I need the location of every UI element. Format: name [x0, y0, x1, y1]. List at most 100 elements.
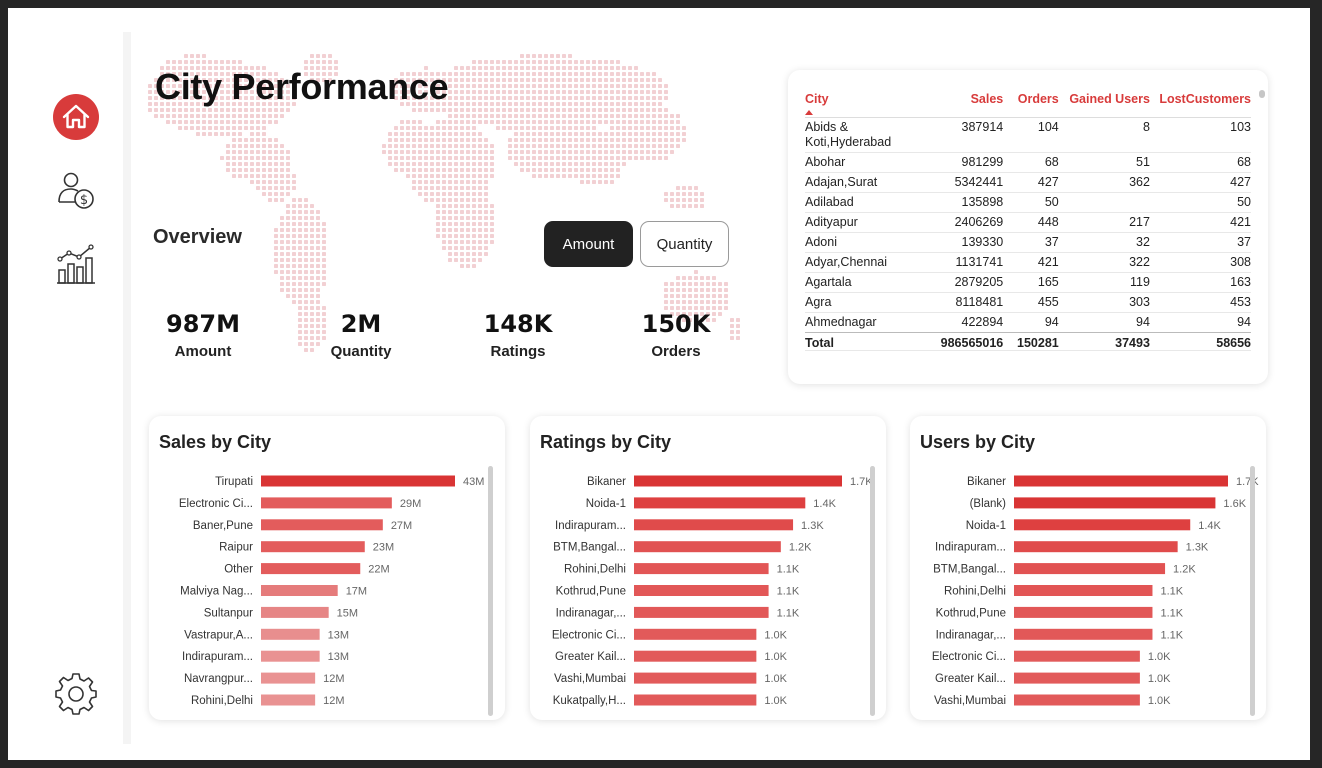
- bar[interactable]: [261, 694, 316, 706]
- table-row[interactable]: Agra 8118481 455 303 453: [805, 293, 1251, 313]
- table-row[interactable]: Abids & Koti,Hyderabad 387914 104 8 103: [805, 118, 1251, 153]
- table-cell: 94: [1237, 315, 1251, 329]
- chart-scrollbar[interactable]: [870, 466, 875, 716]
- table-row[interactable]: Abohar 981299 68 51 68: [805, 153, 1251, 173]
- bar[interactable]: [634, 694, 757, 706]
- column-header-gained-users[interactable]: Gained Users: [1059, 92, 1150, 106]
- bar[interactable]: [261, 672, 316, 684]
- data-label: 1.1K: [777, 607, 800, 619]
- bar[interactable]: [261, 541, 365, 553]
- data-label: 1.4K: [1198, 520, 1221, 532]
- bar[interactable]: [261, 650, 320, 662]
- table-cell: 422894: [961, 315, 1004, 329]
- bar[interactable]: [1014, 628, 1153, 640]
- table-cell: 68: [1237, 155, 1251, 169]
- table-row[interactable]: Adoni 139330 37 32 37: [805, 233, 1251, 253]
- category-label: Bikaner: [967, 476, 1006, 488]
- nav-users-sales-button[interactable]: $: [52, 167, 100, 215]
- table-row[interactable]: Agartala 2879205 165 119 163: [805, 273, 1251, 293]
- data-label: 43M: [463, 476, 484, 488]
- table-cell: 165: [1037, 275, 1059, 289]
- category-label: Indirapuram...: [555, 520, 626, 532]
- data-label: 1.1K: [1160, 586, 1183, 598]
- bar[interactable]: [261, 563, 361, 575]
- bar[interactable]: [1014, 563, 1166, 575]
- column-header-orders[interactable]: Orders: [1003, 92, 1059, 106]
- kpi-card-orders: 150K Orders: [606, 308, 746, 360]
- amount-toggle-button[interactable]: Amount: [544, 221, 633, 267]
- bar[interactable]: [634, 628, 757, 640]
- kpi-card-quantity: 2M Quantity: [291, 308, 431, 360]
- bar[interactable]: [1014, 672, 1140, 684]
- quantity-toggle-button[interactable]: Quantity: [640, 221, 729, 267]
- bar[interactable]: [261, 628, 320, 640]
- category-label: Tirupati: [215, 476, 253, 488]
- bar[interactable]: [1014, 585, 1153, 596]
- table-row[interactable]: Adityapur 2406269 448 217 421: [805, 213, 1251, 233]
- table-cell: 50: [1237, 195, 1251, 209]
- bar[interactable]: [634, 541, 781, 553]
- kpi-label: Ratings: [490, 343, 546, 360]
- bar[interactable]: [634, 475, 842, 487]
- bar[interactable]: [634, 672, 757, 684]
- table-scrollbar[interactable]: [1259, 90, 1265, 98]
- table-row[interactable]: Adilabad 135898 50 50: [805, 193, 1251, 213]
- sales-by-city-card: Sales by City Tirupati 43M Electronic Ci..…: [149, 416, 505, 720]
- table-row[interactable]: Ahmednagar 422894 94 94 94: [805, 313, 1251, 332]
- page-title: City Performance: [155, 66, 449, 107]
- table-cell: Agartala: [805, 275, 852, 289]
- data-label: 1.1K: [777, 586, 800, 598]
- category-label: Greater Kail...: [935, 673, 1006, 685]
- nav-analytics-button[interactable]: [52, 240, 100, 288]
- data-label: 1.0K: [1148, 651, 1171, 663]
- chart-scrollbar[interactable]: [1250, 466, 1255, 716]
- bar[interactable]: [261, 585, 338, 596]
- bar[interactable]: [261, 519, 383, 531]
- bar[interactable]: [634, 497, 806, 509]
- bar[interactable]: [1014, 475, 1228, 487]
- nav-home-button[interactable]: [52, 93, 100, 141]
- table-body[interactable]: Abids & Koti,Hyderabad 387914 104 8 103 Aboha…: [805, 118, 1251, 332]
- bar[interactable]: [261, 497, 392, 509]
- bar[interactable]: [634, 650, 757, 662]
- column-header-sales[interactable]: Sales: [912, 92, 1004, 106]
- table-row[interactable]: Adyar,Chennai 1131741 421 322 308: [805, 253, 1251, 273]
- category-label: Indirapuram...: [935, 542, 1006, 554]
- table-cell: 981299: [961, 155, 1004, 169]
- bar[interactable]: [1014, 541, 1178, 553]
- bar[interactable]: [1014, 694, 1140, 706]
- bar[interactable]: [634, 519, 794, 531]
- analytics-chart-icon: [57, 244, 95, 284]
- table-header-row: City Sales Orders Gained Users LostCusto…: [805, 84, 1251, 118]
- chart-scrollbar[interactable]: [488, 466, 493, 716]
- category-label: Raipur: [219, 542, 253, 554]
- table-cell: Adilabad: [805, 195, 854, 209]
- nav-settings-button[interactable]: [52, 670, 100, 718]
- bar[interactable]: [1014, 606, 1153, 618]
- user-money-icon: $: [58, 172, 94, 209]
- column-header-city[interactable]: City: [805, 92, 912, 106]
- bar[interactable]: [1014, 497, 1216, 509]
- bar[interactable]: [634, 585, 769, 596]
- table-cell: 421: [1037, 255, 1059, 269]
- category-label: Other: [224, 564, 253, 576]
- table-row[interactable]: Adajan,Surat 5342441 427 362 427: [805, 173, 1251, 193]
- bar[interactable]: [1014, 519, 1191, 531]
- bar[interactable]: [1014, 650, 1140, 662]
- category-label: Vashi,Mumbai: [554, 673, 626, 685]
- bar[interactable]: [634, 606, 769, 618]
- table-cell: 103: [1230, 120, 1251, 134]
- data-label: 13M: [328, 629, 349, 641]
- column-header-lost-customers[interactable]: LostCustomers: [1150, 92, 1251, 106]
- table-cell: Adyar,Chennai: [805, 255, 888, 269]
- category-label: Electronic Ci...: [932, 651, 1006, 663]
- bar[interactable]: [261, 606, 329, 618]
- total-orders: 150281: [1017, 336, 1059, 350]
- data-label: 1.3K: [1186, 542, 1209, 554]
- data-label: 1.1K: [777, 564, 800, 576]
- category-label: Noida-1: [586, 498, 626, 510]
- category-label: Electronic Ci...: [179, 498, 253, 510]
- bar[interactable]: [634, 563, 769, 575]
- bar[interactable]: [261, 475, 455, 487]
- table-cell: 387914: [961, 120, 1004, 134]
